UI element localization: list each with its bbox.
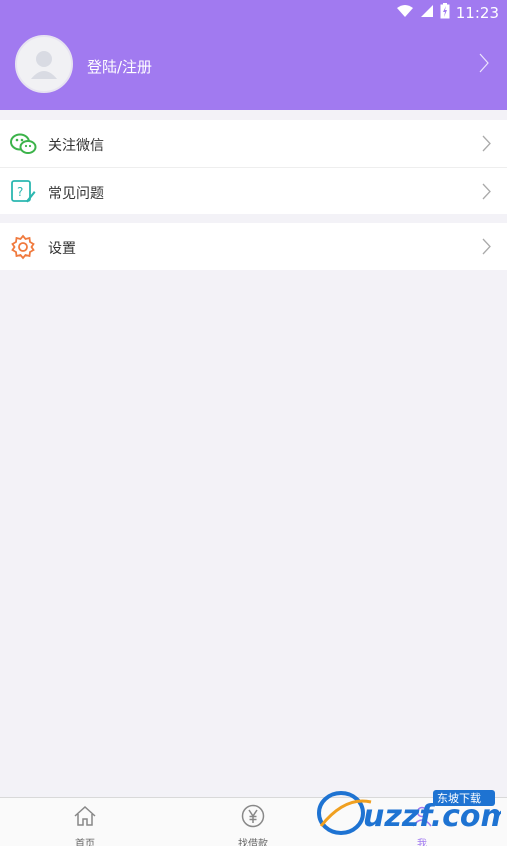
home-icon (73, 804, 97, 832)
chevron-right-icon (482, 183, 491, 204)
login-register-link[interactable]: 登陆/注册 (87, 56, 152, 77)
tab-find-loan[interactable]: 找借款 (213, 804, 293, 846)
status-bar: 11:23 (0, 0, 507, 26)
default-avatar-icon (31, 51, 57, 79)
tab-home[interactable]: 首页 (45, 804, 125, 846)
status-time: 11:23 (455, 4, 499, 22)
wechat-icon (9, 131, 37, 157)
chevron-right-icon (482, 135, 491, 156)
tab-label: 找借款 (238, 839, 268, 846)
profile-header[interactable]: 登陆/注册 (0, 26, 507, 110)
menu-item-label: 关注微信 (48, 138, 104, 154)
menu-item-faq[interactable]: ? 常见问题 (0, 167, 507, 214)
uzzf-watermark-logo: uzzf.com 东坡下载 (315, 786, 507, 838)
tab-label: 首页 (75, 839, 95, 846)
faq-icon: ? (9, 179, 37, 205)
status-icons: 11:23 (396, 3, 499, 23)
battery-charging-icon (440, 3, 450, 23)
menu-item-label: 常见问题 (48, 186, 104, 202)
menu-item-wechat[interactable]: 关注微信 (0, 120, 507, 167)
menu-group-1: 关注微信 ? 常见问题 (0, 120, 507, 214)
signal-icon (420, 4, 434, 22)
yen-icon (241, 804, 265, 832)
wifi-icon (396, 4, 414, 22)
menu-item-label: 设置 (48, 241, 76, 257)
chevron-right-icon (482, 238, 491, 259)
avatar[interactable] (15, 35, 73, 93)
menu-group-2: 设置 (0, 223, 507, 270)
svg-text:东坡下载: 东坡下载 (437, 792, 481, 805)
settings-gear-icon (9, 234, 37, 260)
menu-item-settings[interactable]: 设置 (0, 223, 507, 270)
chevron-right-icon (479, 53, 489, 77)
svg-text:?: ? (17, 185, 23, 199)
